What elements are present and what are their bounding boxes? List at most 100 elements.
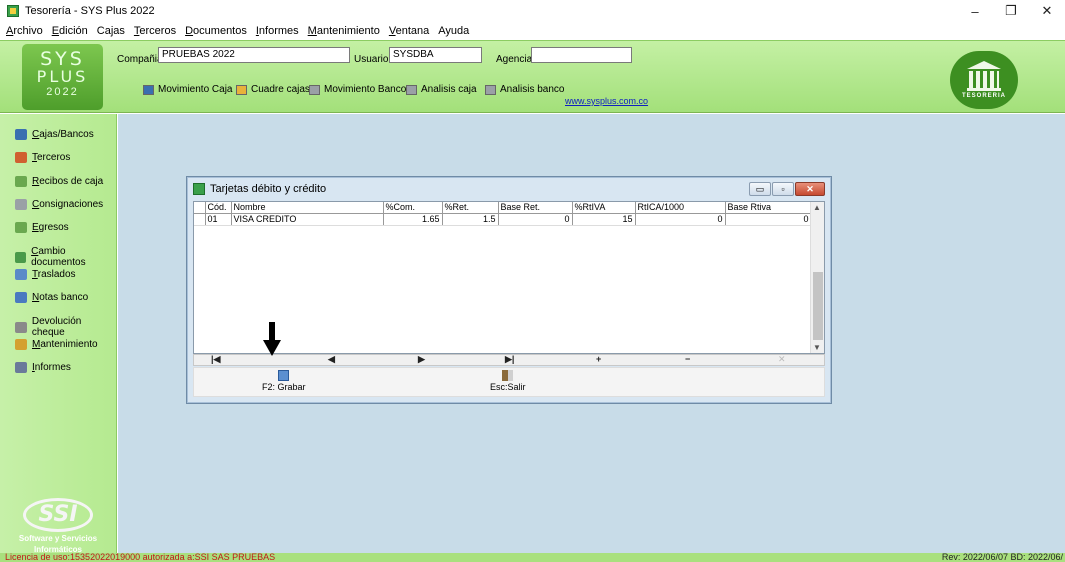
sidebar-item-traslados[interactable]: Traslados — [15, 269, 76, 280]
restore-button[interactable]: ❐ — [993, 0, 1029, 22]
ssi-logo: SSI Software y Servicios Informáticos — [12, 498, 104, 554]
dialog-restore-button[interactable]: ▫ — [772, 182, 794, 196]
tesoreria-logo-label: TESORERIA — [961, 93, 1006, 99]
dialog-close-button[interactable]: ✕ — [795, 182, 825, 196]
column-header[interactable]: Nombre — [231, 202, 384, 214]
toolbar-label: Cuadre cajas — [251, 84, 310, 95]
last-record-button[interactable]: ▶| — [505, 354, 514, 365]
minimize-button[interactable]: – — [957, 0, 993, 22]
menu-informes[interactable]: Informes — [256, 25, 299, 37]
bank-building-icon — [967, 61, 1001, 91]
sidebar: Cajas/Bancos Terceros Recibos de caja Co… — [0, 114, 117, 554]
row-indicator — [194, 213, 206, 226]
menu-ventana[interactable]: Ventana — [389, 25, 429, 37]
save-disk-icon — [278, 370, 290, 381]
bank-icon — [406, 84, 417, 95]
sidebar-item-recibos-de-caja[interactable]: Recibos de caja — [15, 176, 103, 187]
sidebar-item-consignaciones[interactable]: Consignaciones — [15, 199, 103, 210]
cash-register-icon — [143, 84, 154, 95]
table-row[interactable]: 01 VISA CREDITO 1.65 1.5 0 15 0 0 — [194, 213, 812, 226]
bank-icon — [309, 84, 320, 95]
agency-field[interactable] — [531, 47, 632, 63]
sidebar-item-notas-banco[interactable]: Notas banco — [15, 292, 88, 303]
scroll-thumb[interactable] — [813, 272, 823, 340]
table-cell[interactable]: VISA CREDITO — [231, 213, 384, 226]
sidebar-item-devolucion-cheque[interactable]: Devolución cheque — [15, 316, 116, 338]
save-button[interactable]: F2: Grabar — [262, 370, 306, 392]
column-header[interactable]: Base Ret. — [498, 202, 573, 214]
company-field[interactable]: PRUEBAS 2022 — [158, 47, 350, 63]
website-link[interactable]: www.sysplus.com.co — [565, 96, 648, 106]
sidebar-item-label: Cajas/Bancos — [32, 129, 94, 140]
sidebar-item-label: Notas banco — [32, 292, 89, 303]
sidebar-item-egresos[interactable]: Egresos — [15, 222, 69, 233]
exit-button[interactable]: Esc:Salir — [490, 370, 526, 392]
tesoreria-logo: TESORERIA — [950, 51, 1018, 109]
column-header[interactable]: %RtIVA — [572, 202, 636, 214]
sidebar-item-label: Egresos — [32, 222, 69, 233]
column-header[interactable]: Cód. — [205, 202, 232, 214]
people-icon — [15, 222, 27, 233]
row-indicator-header — [194, 202, 206, 214]
toolbar-cuadre-cajas[interactable]: Cuadre cajas — [236, 84, 310, 95]
scroll-up-icon[interactable]: ▲ — [813, 203, 821, 212]
dialog-title-bar: Tarjetas débito y crédito — [193, 183, 326, 195]
dialog-button-bar: F2: Grabar Esc:Salir — [193, 367, 825, 397]
cancel-edit-button[interactable]: ✕ — [778, 354, 786, 365]
sidebar-item-cambio-documentos[interactable]: Cambio documentos — [15, 246, 116, 268]
toolbar-analisis-banco[interactable]: Analisis banco — [485, 84, 564, 95]
sidebar-item-terceros[interactable]: Terceros — [15, 152, 70, 163]
table-header-row: Cód. Nombre %Com. %Ret. Base Ret. %RtIVA… — [194, 202, 812, 214]
table-cell[interactable]: 0 — [635, 213, 726, 226]
sidebar-item-label: Mantenimiento — [32, 339, 98, 350]
menu-terceros[interactable]: Terceros — [134, 25, 176, 37]
sidebar-item-label: Cambio documentos — [31, 246, 86, 268]
menu-cajas[interactable]: Cajas — [97, 25, 125, 37]
table-cell[interactable]: 0 — [725, 213, 812, 226]
sidebar-item-informes[interactable]: Informes — [15, 362, 71, 373]
table-cell[interactable]: 1.5 — [442, 213, 499, 226]
people-icon — [15, 176, 27, 187]
cards-table: Cód. Nombre %Com. %Ret. Base Ret. %RtIVA… — [194, 202, 812, 226]
column-header[interactable]: %Com. — [383, 202, 443, 214]
prior-record-button[interactable]: ◀ — [328, 354, 335, 365]
save-button-label: F2: Grabar — [262, 382, 306, 392]
sidebar-item-label: Traslados — [32, 269, 76, 280]
toolbar-label: Movimiento Caja — [158, 84, 233, 95]
revision-text: Rev: 2022/06/07 BD: 2022/06/ — [941, 552, 1063, 562]
toolbar-label: Analisis caja — [421, 84, 477, 95]
toolbar-movimiento-caja[interactable]: Movimiento Caja — [143, 84, 232, 95]
menu-archivo[interactable]: Archivo — [6, 25, 43, 37]
table-cell[interactable]: 01 — [205, 213, 232, 226]
sidebar-item-cajas-bancos[interactable]: Cajas/Bancos — [15, 129, 94, 140]
printer-icon — [15, 362, 27, 373]
toolbar-movimiento-banco[interactable]: Movimiento Banco — [309, 84, 406, 95]
delete-record-button[interactable]: − — [685, 354, 690, 364]
next-record-button[interactable]: ▶ — [418, 354, 425, 365]
sidebar-item-label: Consignaciones — [32, 199, 104, 210]
document-swap-icon — [15, 251, 27, 263]
user-field[interactable]: SYSDBA — [389, 47, 482, 63]
close-button[interactable]: ✕ — [1029, 0, 1065, 22]
return-arrow-icon — [15, 321, 27, 333]
record-navigator: |◀ ◀ ▶ ▶| + − ✕ — [193, 354, 825, 366]
vertical-scrollbar[interactable]: ▲ ▼ — [810, 202, 824, 353]
dialog-minimize-button[interactable]: ▭ — [749, 182, 771, 196]
menu-documentos[interactable]: Documentos — [185, 25, 247, 37]
table-cell[interactable]: 1.65 — [383, 213, 443, 226]
column-header[interactable]: RtICA/1000 — [635, 202, 726, 214]
table-cell[interactable]: 15 — [572, 213, 636, 226]
column-header[interactable]: %Ret. — [442, 202, 499, 214]
menu-ayuda[interactable]: Ayuda — [438, 25, 469, 37]
gear-icon — [15, 339, 27, 350]
first-record-button[interactable]: |◀ — [211, 354, 220, 365]
sidebar-item-mantenimiento[interactable]: Mantenimiento — [15, 339, 98, 350]
menu-mantenimiento[interactable]: Mantenimiento — [308, 25, 380, 37]
toolbar-analisis-caja[interactable]: Analisis caja — [406, 84, 477, 95]
scroll-down-icon[interactable]: ▼ — [813, 343, 821, 352]
column-header[interactable]: Base Rtiva — [725, 202, 812, 214]
insert-record-button[interactable]: + — [596, 354, 601, 364]
window-title: Tesorería - SYS Plus 2022 — [25, 5, 155, 17]
menu-edicion[interactable]: Edición — [52, 25, 88, 37]
table-cell[interactable]: 0 — [498, 213, 573, 226]
